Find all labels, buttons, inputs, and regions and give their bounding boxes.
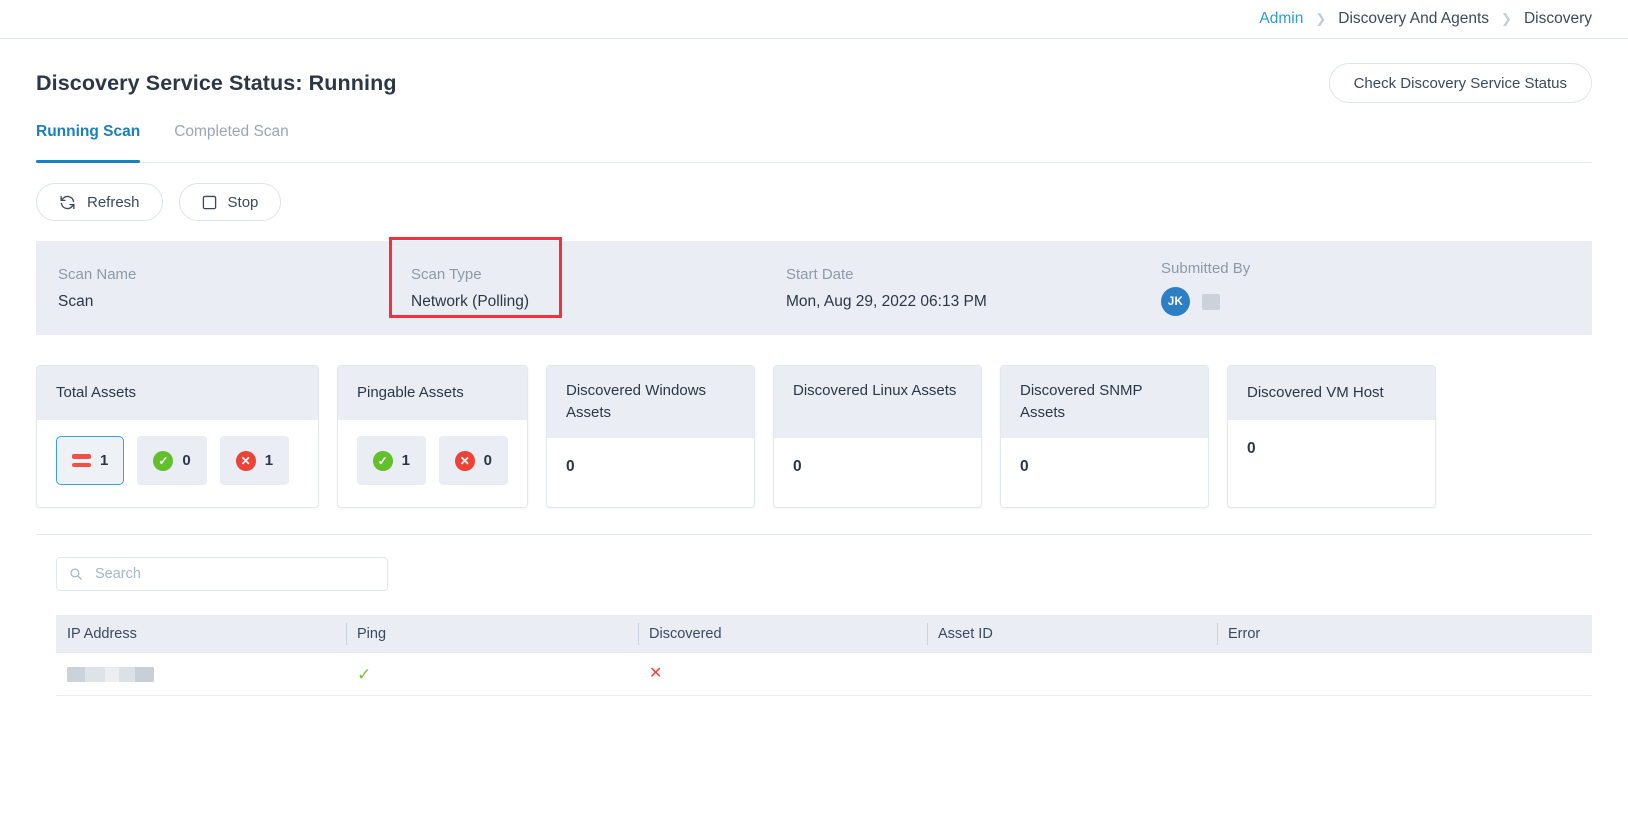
tab-running-scan[interactable]: Running Scan: [36, 123, 140, 162]
column-header-error: Error: [1217, 623, 1592, 645]
column-header-discovered: Discovered: [638, 623, 927, 645]
submitted-by-name-redacted: [1202, 294, 1220, 310]
card-discovered-vm-host-body: 0: [1228, 420, 1435, 507]
cell-ip-address: [56, 667, 346, 682]
column-header-asset-id: Asset ID: [927, 623, 1217, 645]
title-row: Discovery Service Status: Running Check …: [0, 61, 1628, 105]
refresh-icon: [59, 194, 76, 211]
cell-ping: ✓: [346, 666, 638, 683]
card-pingable-assets: Pingable Assets ✓ 1 ✕ 0: [337, 365, 528, 508]
chip-total-assets-error-value: 1: [265, 452, 273, 469]
search-input[interactable]: [93, 565, 375, 583]
breadcrumb: Admin ❯ Discovery And Agents ❯ Discovery: [1259, 10, 1592, 28]
card-discovered-linux-body: 0: [774, 438, 981, 507]
scan-name-value: Scan: [58, 293, 411, 311]
card-discovered-snmp-title: Discovered SNMP Assets: [1001, 366, 1208, 438]
cell-discovered: ✕: [638, 666, 927, 682]
tab-bar: Running Scan Completed Scan: [36, 123, 1592, 163]
chip-total-assets-error[interactable]: ✕ 1: [220, 436, 289, 485]
check-discovery-service-status-button[interactable]: Check Discovery Service Status: [1329, 63, 1592, 103]
chevron-right-icon: ❯: [1315, 12, 1326, 25]
scan-type-label: Scan Type: [411, 266, 786, 283]
chip-pingable-success-value: 1: [402, 452, 410, 469]
refresh-button[interactable]: Refresh: [36, 183, 163, 221]
start-date-field: Start Date Mon, Aug 29, 2022 06:13 PM: [786, 266, 1161, 311]
avatar: JK: [1161, 287, 1190, 316]
submitted-by-label: Submitted By: [1161, 260, 1592, 277]
check-circle-icon: ✓: [153, 451, 173, 471]
chevron-right-icon: ❯: [1501, 12, 1512, 25]
check-icon: ✓: [357, 666, 371, 683]
chip-pingable-error-value: 0: [484, 452, 492, 469]
top-bar: Admin ❯ Discovery And Agents ❯ Discovery: [0, 0, 1628, 39]
chip-pingable-success[interactable]: ✓ 1: [357, 436, 426, 485]
ip-address-redacted: [67, 667, 154, 682]
refresh-label: Refresh: [87, 194, 140, 211]
card-discovered-windows-body: 0: [547, 438, 754, 507]
card-discovered-windows-assets: Discovered Windows Assets 0: [546, 365, 755, 508]
table-row[interactable]: ✓ ✕: [56, 653, 1592, 696]
card-discovered-snmp-assets: Discovered SNMP Assets 0: [1000, 365, 1209, 508]
card-total-assets: Total Assets 1 ✓ 0 ✕ 1: [36, 365, 319, 508]
scan-type-field: Scan Type Network (Polling): [411, 266, 786, 311]
card-pingable-assets-title: Pingable Assets: [338, 366, 527, 420]
start-date-label: Start Date: [786, 266, 1161, 283]
card-discovered-windows-title: Discovered Windows Assets: [547, 366, 754, 438]
submitted-by-value: JK: [1161, 287, 1592, 316]
card-discovered-linux-assets: Discovered Linux Assets 0: [773, 365, 982, 508]
card-discovered-vm-host: Discovered VM Host 0: [1227, 365, 1436, 508]
card-discovered-vm-host-title: Discovered VM Host: [1228, 366, 1435, 420]
error-circle-icon: ✕: [455, 451, 475, 471]
stat-cards: Total Assets 1 ✓ 0 ✕ 1 Pingable Assets: [36, 365, 1592, 508]
scan-type-value: Network (Polling): [411, 293, 786, 311]
breadcrumb-item-discovery: Discovery: [1524, 10, 1592, 28]
chip-pingable-error[interactable]: ✕ 0: [439, 436, 508, 485]
card-discovered-snmp-value: 0: [1020, 458, 1029, 476]
search-icon: [69, 567, 83, 581]
chip-total-assets-all-value: 1: [100, 452, 108, 469]
equals-icon: [72, 454, 91, 467]
chip-total-assets-success[interactable]: ✓ 0: [137, 436, 206, 485]
card-discovered-linux-title: Discovered Linux Assets: [774, 366, 981, 438]
error-circle-icon: ✕: [236, 451, 256, 471]
scan-name-field: Scan Name Scan: [36, 266, 411, 311]
table-header-row: IP Address Ping Discovered Asset ID Erro…: [56, 615, 1592, 653]
card-discovered-snmp-body: 0: [1001, 438, 1208, 507]
card-discovered-vm-host-value: 0: [1247, 440, 1256, 458]
check-circle-icon: ✓: [373, 451, 393, 471]
scan-info-panel: Scan Name Scan Scan Type Network (Pollin…: [36, 241, 1592, 335]
discovery-page: Admin ❯ Discovery And Agents ❯ Discovery…: [0, 0, 1628, 840]
column-header-ping: Ping: [346, 623, 638, 645]
discovery-results-table: IP Address Ping Discovered Asset ID Erro…: [56, 615, 1592, 696]
search-box[interactable]: [56, 557, 388, 591]
breadcrumb-item-discovery-and-agents[interactable]: Discovery And Agents: [1338, 10, 1489, 28]
stop-square-icon: [202, 195, 217, 210]
card-total-assets-body: 1 ✓ 0 ✕ 1: [37, 420, 318, 507]
page-title: Discovery Service Status: Running: [36, 71, 397, 96]
chip-total-assets-all[interactable]: 1: [56, 436, 124, 485]
tab-completed-scan[interactable]: Completed Scan: [174, 123, 289, 162]
section-divider: [36, 534, 1592, 535]
search-area: [56, 557, 1628, 591]
column-header-ip-address: IP Address: [56, 623, 346, 645]
card-discovered-linux-value: 0: [793, 458, 802, 476]
card-pingable-assets-body: ✓ 1 ✕ 0: [338, 420, 527, 507]
card-discovered-windows-value: 0: [566, 458, 575, 476]
stop-label: Stop: [228, 194, 259, 211]
breadcrumb-item-admin[interactable]: Admin: [1259, 10, 1303, 28]
action-toolbar: Refresh Stop: [36, 183, 1628, 221]
chip-total-assets-success-value: 0: [182, 452, 190, 469]
start-date-value: Mon, Aug 29, 2022 06:13 PM: [786, 293, 1161, 311]
stop-button[interactable]: Stop: [179, 183, 282, 221]
scan-name-label: Scan Name: [58, 266, 411, 283]
card-total-assets-title: Total Assets: [37, 366, 318, 420]
cross-icon: ✕: [649, 666, 662, 682]
submitted-by-field: Submitted By JK: [1161, 260, 1592, 316]
